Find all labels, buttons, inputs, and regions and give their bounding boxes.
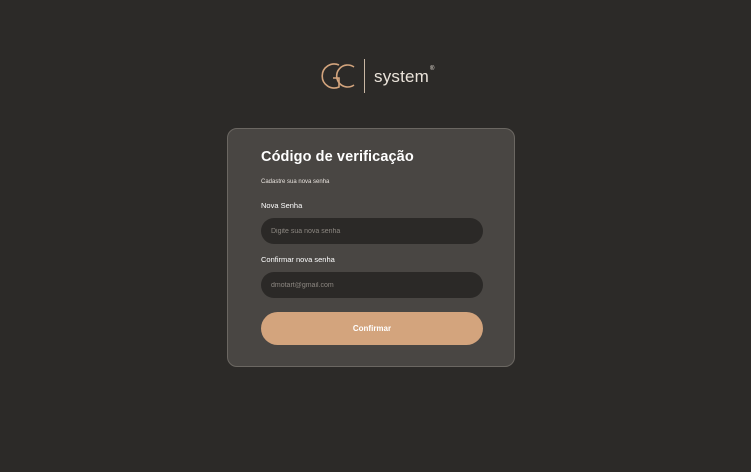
registered-mark: ® bbox=[430, 66, 435, 72]
form-title: Código de verificação bbox=[261, 149, 414, 165]
confirm-password-label: Confirmar nova senha bbox=[261, 255, 335, 264]
logo-text: system® bbox=[374, 66, 435, 86]
confirm-button[interactable]: Confirmar bbox=[261, 312, 483, 345]
brand-logo: system® bbox=[318, 58, 435, 94]
logo-divider bbox=[364, 59, 365, 93]
gc-monogram-icon bbox=[321, 63, 355, 89]
new-password-label: Nova Senha bbox=[261, 201, 303, 210]
new-password-input[interactable] bbox=[261, 218, 483, 244]
confirm-password-input[interactable] bbox=[261, 272, 483, 298]
form-subtitle: Cadastre sua nova senha bbox=[261, 179, 330, 185]
verification-card: Código de verificação Cadastre sua nova … bbox=[227, 128, 515, 367]
